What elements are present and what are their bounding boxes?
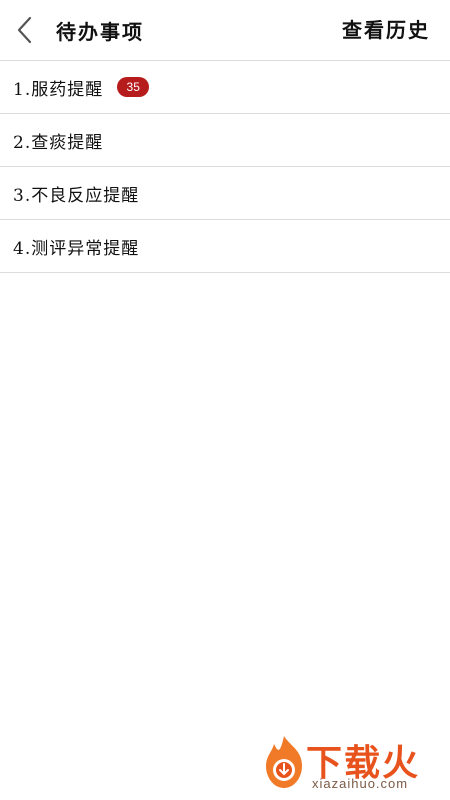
top-bar: 待办事项 查看历史 bbox=[0, 0, 450, 61]
list-item-adverse-reaction[interactable]: 3.不良反应提醒 bbox=[0, 167, 450, 220]
watermark-url: xiazaihuo.com bbox=[312, 776, 409, 791]
reminder-list: 1.服药提醒 35 2.查痰提醒 3.不良反应提醒 4.测评异常提醒 bbox=[0, 61, 450, 273]
list-item-label: 1.服药提醒 bbox=[13, 79, 104, 100]
app-screen: 待办事项 查看历史 1.服药提醒 35 2.查痰提醒 3.不良反应提醒 4.测评… bbox=[0, 0, 450, 800]
watermark: 下载火 xiazaihuo.com bbox=[254, 732, 444, 794]
list-item-assessment-abnormal[interactable]: 4.测评异常提醒 bbox=[0, 220, 450, 273]
list-item-label: 3.不良反应提醒 bbox=[13, 185, 140, 206]
list-item-sputum-check[interactable]: 2.查痰提醒 bbox=[0, 114, 450, 167]
back-button[interactable] bbox=[0, 0, 50, 60]
list-item-label: 2.查痰提醒 bbox=[13, 132, 104, 153]
page-title: 待办事项 bbox=[56, 19, 144, 44]
chevron-left-icon bbox=[17, 16, 32, 44]
count-badge: 35 bbox=[117, 77, 150, 97]
list-item-label: 4.测评异常提醒 bbox=[13, 238, 140, 259]
view-history-button[interactable]: 查看历史 bbox=[342, 0, 430, 60]
flame-logo-icon bbox=[266, 736, 302, 788]
list-item-medication[interactable]: 1.服药提醒 35 bbox=[0, 61, 450, 114]
